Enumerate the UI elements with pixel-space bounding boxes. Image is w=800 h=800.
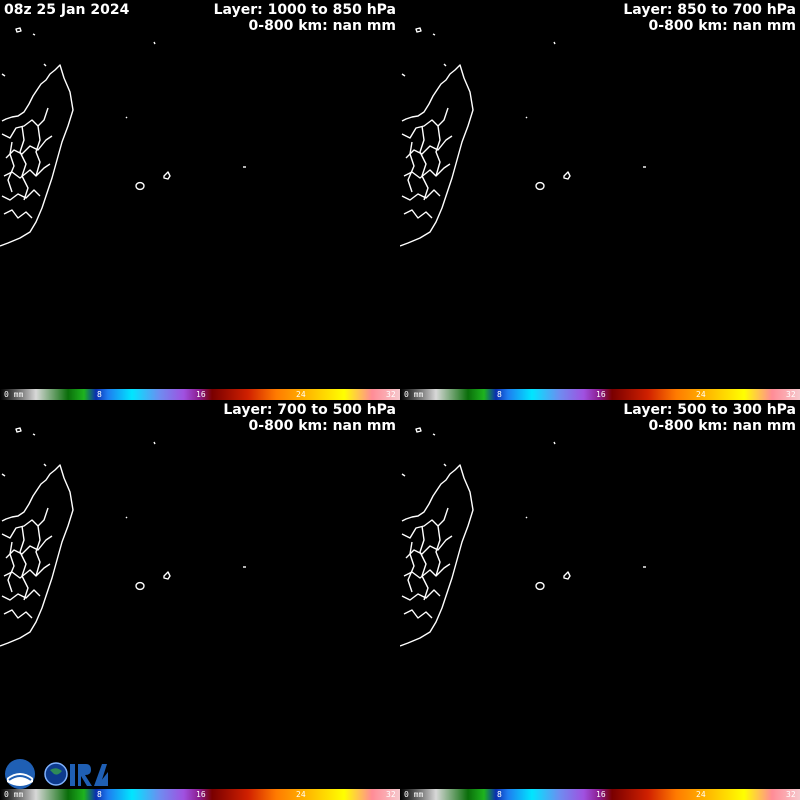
accumulation-label: 0-800 km: nan mm: [648, 18, 796, 34]
layer-label: Layer: 1000 to 850 hPa: [213, 2, 396, 18]
colorbar-tick-24: 24: [696, 390, 706, 399]
colorbar: 0 mm 8 16 24 32: [0, 389, 400, 400]
map-panel-1000-850: 08z 25 Jan 2024 Layer: 1000 to 850 hPa 0…: [0, 0, 400, 400]
cira-logo: [44, 762, 108, 786]
colorbar-tick-32: 32: [386, 790, 396, 799]
map-panel-850-700: Layer: 850 to 700 hPa 0-800 km: nan mm 0…: [400, 0, 800, 400]
colorbar-tick-8: 8: [97, 390, 102, 399]
map-panel-500-300: Layer: 500 to 300 hPa 0-800 km: nan mm 0…: [400, 400, 800, 800]
map-madagascar: [400, 427, 647, 647]
layer-label: Layer: 500 to 300 hPa: [623, 402, 796, 418]
colorbar-tick-32: 32: [786, 390, 796, 399]
colorbar-tick-16: 16: [196, 790, 206, 799]
colorbar-tick-0: 0 mm: [4, 390, 24, 399]
agency-logos: [5, 759, 108, 789]
colorbar-tick-8: 8: [497, 790, 502, 799]
colorbar-tick-32: 32: [386, 390, 396, 399]
colorbar-tick-16: 16: [196, 390, 206, 399]
colorbar-tick-24: 24: [696, 790, 706, 799]
colorbar-tick-0: 0 mm: [404, 390, 424, 399]
colorbar-tick-8: 8: [497, 390, 502, 399]
date-label: 08z 25 Jan 2024: [4, 2, 130, 18]
accumulation-label: 0-800 km: nan mm: [248, 418, 396, 434]
colorbar-tick-16: 16: [596, 790, 606, 799]
map-madagascar: [0, 427, 247, 647]
map-madagascar: [400, 27, 647, 247]
map-madagascar: [0, 27, 247, 247]
colorbar: 0 mm 8 16 24 32: [400, 789, 800, 800]
colorbar-tick-24: 24: [296, 390, 306, 399]
layer-label: Layer: 700 to 500 hPa: [223, 402, 396, 418]
noaa-logo: [5, 759, 35, 789]
colorbar-tick-24: 24: [296, 790, 306, 799]
accumulation-label: 0-800 km: nan mm: [648, 418, 796, 434]
colorbar: 0 mm 8 16 24 32: [400, 389, 800, 400]
accumulation-label: 0-800 km: nan mm: [248, 18, 396, 34]
colorbar-tick-16: 16: [596, 390, 606, 399]
colorbar-tick-32: 32: [786, 790, 796, 799]
layer-label: Layer: 850 to 700 hPa: [623, 2, 796, 18]
map-panel-700-500: Layer: 700 to 500 hPa 0-800 km: nan mm 0…: [0, 400, 400, 800]
colorbar-tick-0: 0 mm: [404, 790, 424, 799]
